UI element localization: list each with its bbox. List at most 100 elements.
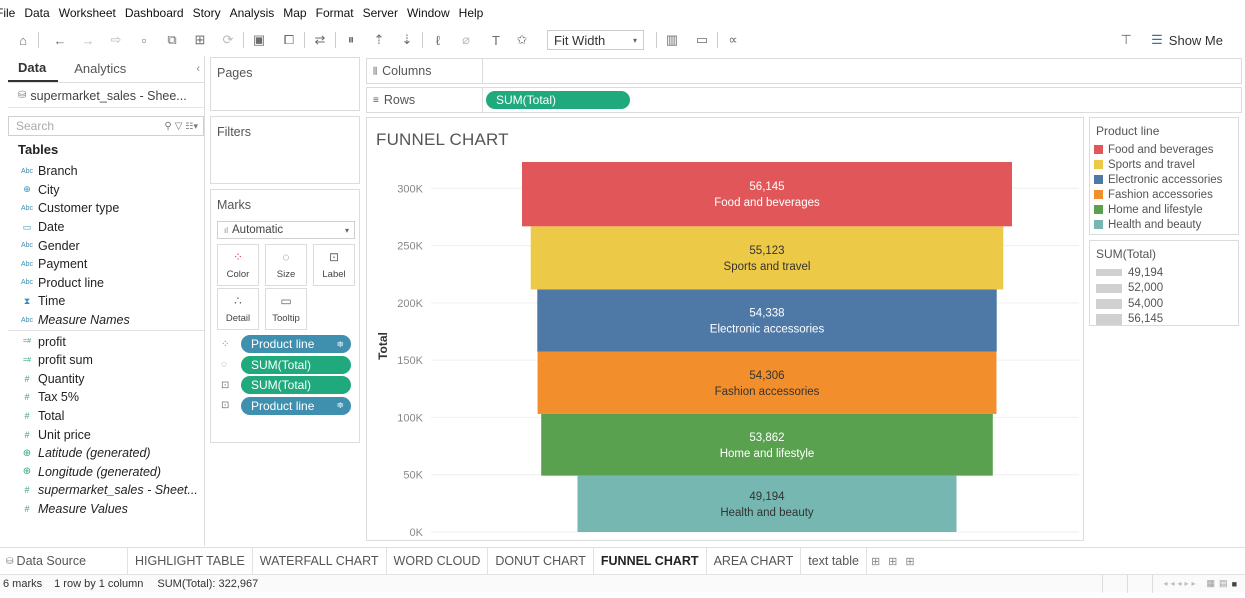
rows-pill[interactable]: SUM(Total): [486, 91, 630, 109]
redo-icon[interactable]: →: [79, 30, 97, 50]
filmstrip-icon[interactable]: ▤: [1219, 578, 1228, 589]
replay-icon[interactable]: ⇨: [107, 30, 125, 50]
new-worksheet-icon[interactable]: ⊞: [871, 555, 880, 568]
save-icon[interactable]: ▫: [135, 30, 153, 50]
funnel-bar[interactable]: [541, 413, 993, 476]
funnel-bar[interactable]: [577, 475, 957, 532]
funnel-bar[interactable]: [530, 226, 1004, 290]
field-item[interactable]: ⧗ Time: [18, 292, 204, 311]
field-item[interactable]: # Total: [18, 407, 204, 426]
menu-item-analysis[interactable]: Analysis: [230, 6, 275, 20]
sheet-tab[interactable]: AREA CHART: [707, 547, 802, 575]
show-cards-icon[interactable]: ▥: [663, 30, 681, 50]
legend-item[interactable]: Fashion accessories: [1094, 187, 1238, 202]
menu-item-dashboard[interactable]: Dashboard: [125, 6, 184, 20]
field-item[interactable]: Abc Gender: [18, 236, 204, 255]
sort-asc-icon[interactable]: ⇡: [370, 30, 388, 50]
pin-icon[interactable]: ✩: [513, 30, 531, 50]
tab-data-source[interactable]: ⛁ Data Source: [0, 547, 128, 575]
funnel-bar[interactable]: [522, 161, 1012, 227]
menu-item-worksheet[interactable]: Worksheet: [59, 6, 116, 20]
pages-shelf[interactable]: Pages: [210, 57, 360, 111]
menu-item-format[interactable]: Format: [316, 6, 354, 20]
tab-data[interactable]: Data: [8, 55, 59, 82]
show-me-button[interactable]: ☰ Show Me: [1151, 32, 1223, 48]
collapse-icon[interactable]: ‹: [184, 55, 204, 82]
tabs-view-icon[interactable]: ■: [1232, 579, 1237, 589]
legend-item[interactable]: Food and beverages: [1094, 142, 1238, 157]
sheet-tab[interactable]: HIGHLIGHT TABLE: [128, 547, 253, 575]
sheet-tab[interactable]: FUNNEL CHART: [593, 547, 707, 575]
new-sheet-icon[interactable]: ⊞: [191, 30, 209, 50]
field-item[interactable]: Abc Customer type: [18, 199, 204, 218]
mark-type-dropdown[interactable]: ıl Automatic ▾: [217, 221, 355, 239]
share-icon[interactable]: ∝: [724, 30, 742, 50]
view-options-icon[interactable]: ☷▾: [185, 121, 198, 132]
field-item[interactable]: Abc Payment: [18, 255, 204, 274]
search-icon[interactable]: ⚲: [164, 121, 171, 132]
funnel-bar[interactable]: [537, 351, 997, 414]
new-worksheet-icon[interactable]: ▣: [250, 30, 268, 50]
menu-item-map[interactable]: Map: [283, 6, 306, 20]
new-dashboard-icon[interactable]: ⊞: [888, 555, 897, 568]
menu-item-help[interactable]: Help: [459, 6, 484, 20]
refresh-icon[interactable]: ⟳: [219, 30, 237, 50]
detail-button[interactable]: ∴ Detail: [217, 288, 259, 330]
field-item[interactable]: # Measure Values: [18, 500, 204, 519]
field-item[interactable]: ⊕ City: [18, 181, 204, 200]
field-item[interactable]: ⊕ Latitude (generated): [18, 444, 204, 463]
mark-pill[interactable]: Product line ≑: [241, 335, 351, 354]
field-item[interactable]: # Tax 5%: [18, 388, 204, 407]
field-item[interactable]: # Quantity: [18, 370, 204, 389]
group-icon[interactable]: ⌀: [457, 30, 475, 50]
highlight-icon[interactable]: ℓ: [429, 30, 447, 50]
undo-icon[interactable]: ←: [51, 30, 69, 50]
sort-desc-icon[interactable]: ⇣: [398, 30, 416, 50]
pause-icon[interactable]: ⏸: [342, 30, 360, 50]
columns-shelf[interactable]: ⫼ Columns: [366, 58, 1242, 84]
search-input[interactable]: Search ⚲ ▽ ☷▾: [8, 116, 204, 136]
field-item[interactable]: # supermarket_sales - Sheet...: [18, 481, 204, 500]
sheet-tab[interactable]: DONUT CHART: [488, 547, 594, 575]
fit-dropdown[interactable]: Fit Width ▾: [547, 30, 644, 50]
mark-pill[interactable]: SUM(Total): [241, 355, 351, 374]
funnel-bar[interactable]: [537, 289, 997, 352]
new-story-icon[interactable]: ⊞: [905, 555, 914, 568]
mark-pill[interactable]: SUM(Total): [241, 376, 351, 395]
legend-item[interactable]: Health and beauty: [1094, 217, 1238, 232]
filter-icon[interactable]: ▽: [175, 121, 183, 132]
presentation-icon[interactable]: ▭: [693, 30, 711, 50]
filters-shelf[interactable]: Filters: [210, 116, 360, 184]
swap-icon[interactable]: ⇄: [311, 30, 329, 50]
field-item[interactable]: =# profit: [18, 332, 204, 351]
field-item[interactable]: =# profit sum: [18, 351, 204, 370]
menu-item-story[interactable]: Story: [193, 6, 221, 20]
menu-item-data[interactable]: Data: [24, 6, 49, 20]
label-button[interactable]: ⊡ Label: [313, 244, 355, 286]
duplicate-icon[interactable]: ⧠: [280, 30, 298, 50]
tab-analytics[interactable]: Analytics: [58, 55, 138, 82]
field-item[interactable]: Abc Measure Names: [18, 311, 204, 330]
legend-item[interactable]: Electronic accessories: [1094, 172, 1238, 187]
sheet-tab[interactable]: WORD CLOUD: [387, 547, 489, 575]
mark-pill[interactable]: Product line ≑: [241, 396, 351, 415]
datasource-item[interactable]: ⛁ supermarket_sales - Shee...: [8, 84, 204, 108]
sheet-tab[interactable]: WATERFALL CHART: [253, 547, 387, 575]
rows-shelf[interactable]: ≡ Rows SUM(Total): [366, 87, 1242, 113]
size-button[interactable]: ◌ Size: [265, 244, 307, 286]
field-item[interactable]: # Unit price: [18, 425, 204, 444]
menu-item-window[interactable]: Window: [407, 6, 450, 20]
field-item[interactable]: Abc Product line: [18, 274, 204, 293]
tooltip-button[interactable]: ▭ Tooltip: [265, 288, 307, 330]
field-item[interactable]: ⊕ Longitude (generated): [18, 463, 204, 482]
sheet-tab[interactable]: text table: [801, 547, 867, 575]
menu-item-file[interactable]: File: [0, 6, 15, 20]
color-button[interactable]: ⁘ Color: [217, 244, 259, 286]
legend-item[interactable]: Sports and travel: [1094, 157, 1238, 172]
sheet-sorter-icon[interactable]: ▦: [1207, 578, 1216, 589]
home-icon[interactable]: ⌂: [14, 30, 32, 50]
new-datasource-icon[interactable]: ⧉: [163, 30, 181, 50]
label-icon[interactable]: T: [487, 30, 505, 50]
legend-item[interactable]: Home and lifestyle: [1094, 202, 1238, 217]
field-item[interactable]: ▭ Date: [18, 218, 204, 237]
